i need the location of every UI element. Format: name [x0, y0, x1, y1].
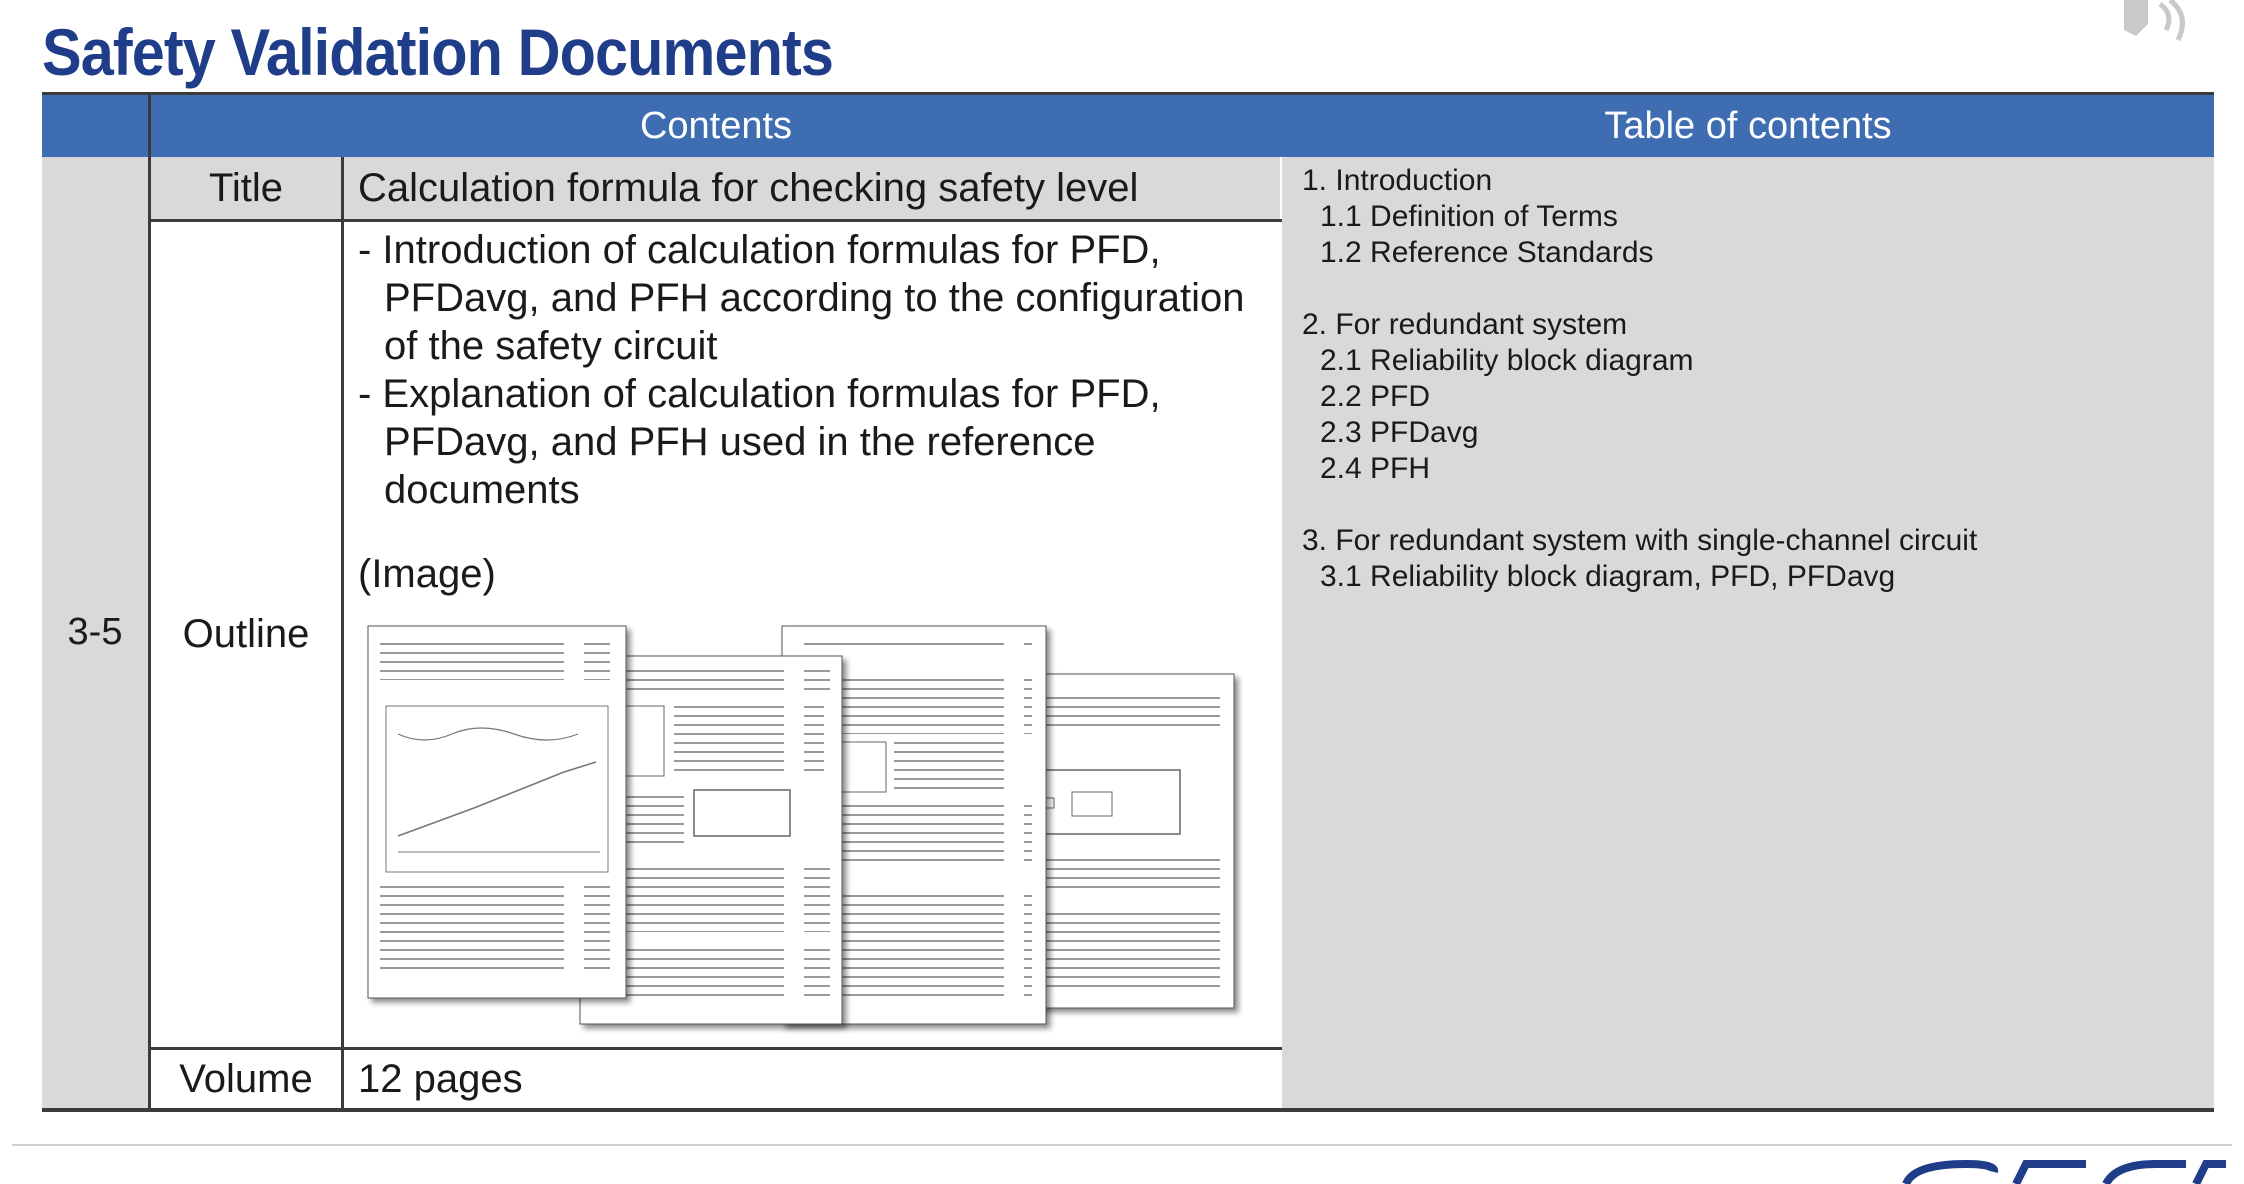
- document-preview-image: [367, 625, 1235, 1025]
- toc-item: 1.1 Definition of Terms: [1320, 200, 1618, 233]
- toc-item: 2.3 PFDavg: [1320, 416, 1479, 449]
- grid-line: [148, 95, 151, 1108]
- slide-title: Safety Validation Documents: [42, 15, 834, 89]
- grid-line: [148, 219, 1282, 222]
- table-bottom-rule: [42, 1108, 2214, 1112]
- outline-item: - Introduction of calculation formulas f…: [358, 228, 1245, 368]
- toc-item: 3. For redundant system with single-chan…: [1302, 524, 1978, 557]
- toc-item: 2.4 PFH: [1320, 452, 1431, 485]
- header-blank-cell: [42, 95, 148, 157]
- toc-item: 3.1 Reliability block diagram, PFD, PFDa…: [1320, 560, 1896, 593]
- toc-item: 2.2 PFD: [1320, 380, 1431, 413]
- toc-list: 1. Introduction 1.1 Definition of Terms …: [1302, 163, 1977, 595]
- header-table-of-contents: Table of contents: [1282, 95, 2214, 157]
- label-volume: Volume: [179, 1056, 313, 1101]
- toc-item: 2. For redundant system: [1302, 308, 1628, 341]
- volume-value: 12 pages: [358, 1056, 523, 1101]
- toc-item: 1.2 Reference Standards: [1320, 236, 1654, 269]
- image-label: (Image): [358, 552, 496, 596]
- outline-item: - Explanation of calculation formulas fo…: [358, 372, 1161, 512]
- row-id: 3-5: [42, 157, 148, 1108]
- toc-item: 1. Introduction: [1302, 164, 1493, 197]
- title-value: Calculation formula for checking safety …: [344, 157, 1280, 219]
- label-outline: Outline: [182, 612, 310, 656]
- grid-line: [341, 157, 344, 1108]
- toc-item: 2.1 Reliability block diagram: [1320, 344, 1694, 377]
- header-contents: Contents: [150, 95, 1282, 157]
- grid-line: [148, 1047, 1282, 1050]
- renesas-logo: [1902, 1160, 2226, 1184]
- footer-rule: [12, 1144, 2232, 1146]
- table-of-contents-cell: 1. Introduction 1.1 Definition of Terms …: [1282, 157, 2214, 1108]
- label-title: Title: [151, 157, 341, 219]
- outline-list: - Introduction of calculation formulas f…: [358, 226, 1258, 514]
- speaker-icon[interactable]: [2104, 0, 2200, 58]
